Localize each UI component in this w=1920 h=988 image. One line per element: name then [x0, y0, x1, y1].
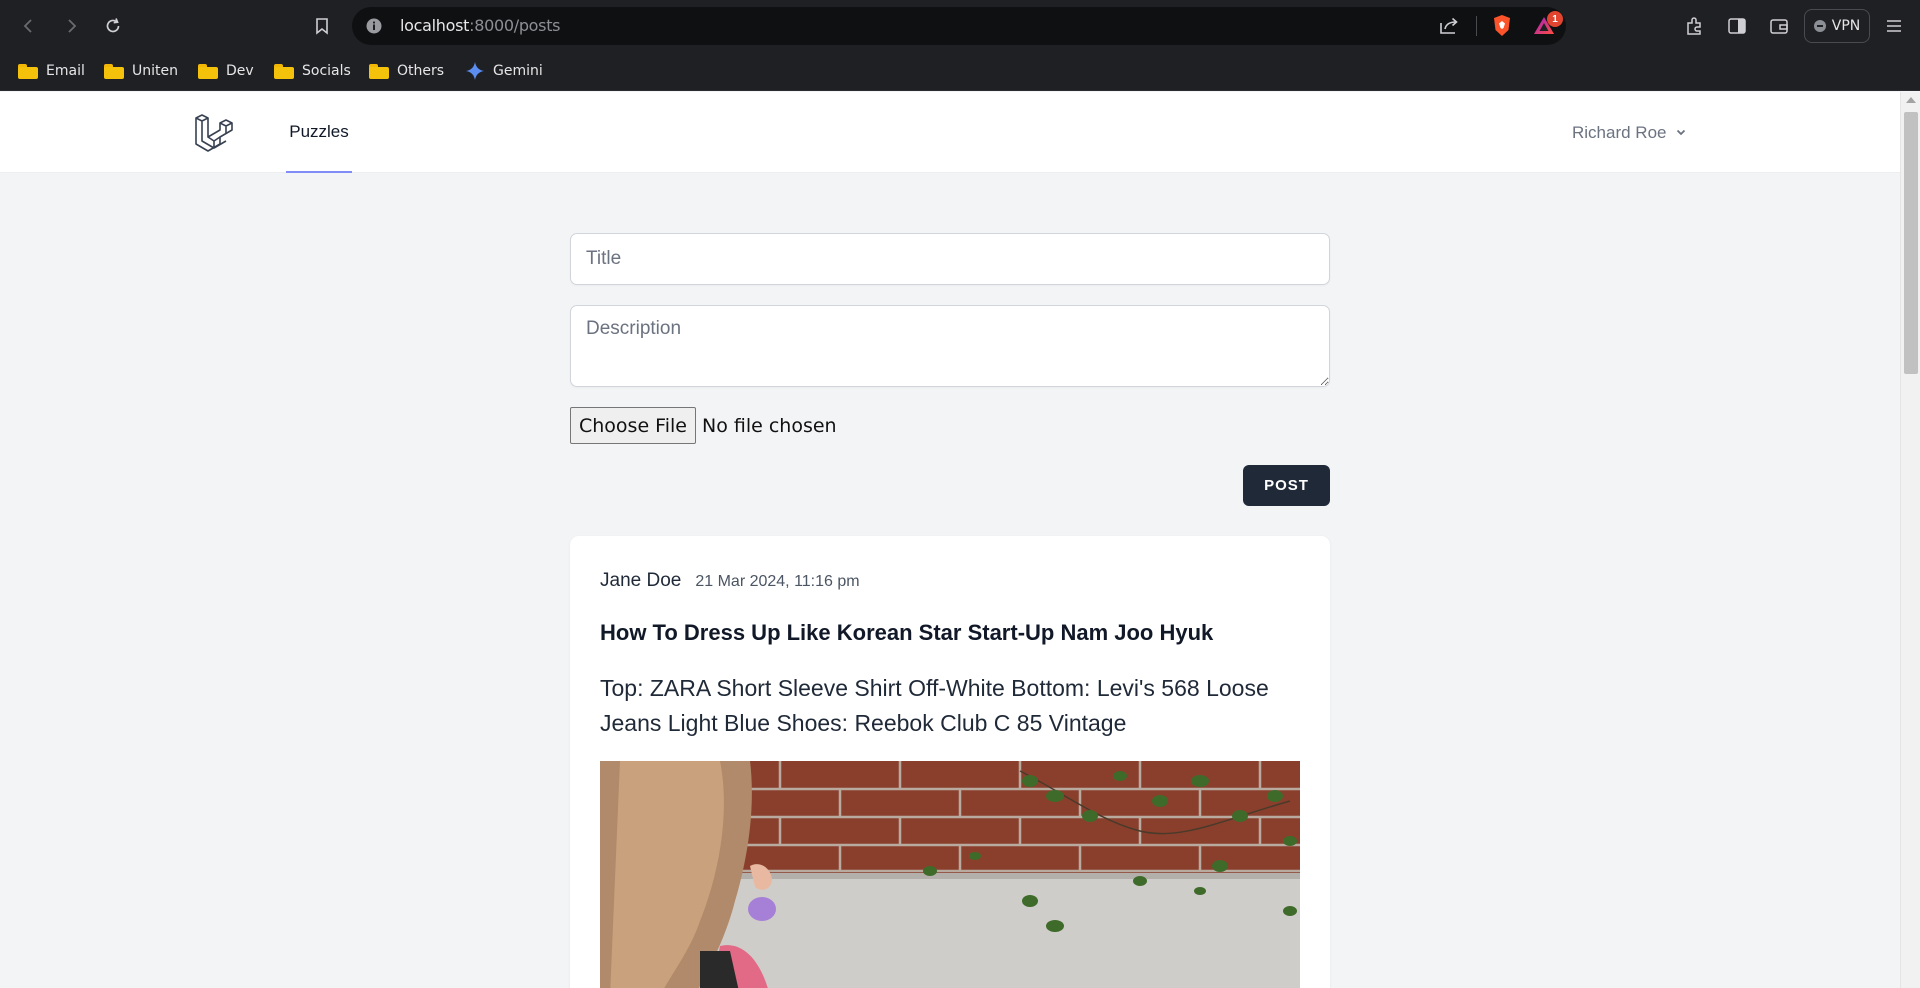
address-bar[interactable]: localhost:8000/posts: [352, 7, 1566, 45]
folder-icon: [369, 63, 389, 79]
chevron-down-icon: [1675, 123, 1687, 143]
site-info-icon[interactable]: [362, 14, 386, 38]
forward-icon[interactable]: [59, 14, 83, 38]
post-button[interactable]: POST: [1243, 465, 1330, 506]
bookmark-label: Email: [46, 63, 85, 79]
reload-icon[interactable]: [101, 14, 125, 38]
post-body: Top: ZARA Short Sleeve Shirt Off-White B…: [600, 675, 1269, 736]
scroll-thumb[interactable]: [1904, 112, 1918, 374]
post-date: 21 Mar 2024, 11:16 pm: [695, 573, 860, 590]
vpn-label: VPN: [1831, 18, 1861, 34]
folder-icon: [274, 63, 294, 79]
bookmark-icon[interactable]: [310, 14, 334, 38]
bookmark-label: Dev: [226, 63, 254, 79]
bookmark-email[interactable]: Email: [18, 59, 85, 83]
post-title: How To Dress Up Like Korean Star Start-U…: [600, 620, 1214, 645]
browser-toolbar: localhost:8000/posts 1 VPN: [0, 0, 1920, 52]
folder-icon: [198, 63, 218, 79]
wallet-icon[interactable]: [1767, 14, 1791, 38]
divider: [1476, 16, 1477, 36]
nav-link-puzzles[interactable]: Puzzles: [286, 92, 352, 173]
title-input[interactable]: [570, 233, 1330, 285]
scroll-up-icon[interactable]: [1906, 97, 1916, 103]
bookmark-socials[interactable]: Socials: [274, 59, 351, 83]
bookmark-uniten[interactable]: Uniten: [104, 59, 178, 83]
description-input[interactable]: [570, 305, 1330, 387]
app-navbar: Puzzles Richard Roe: [0, 92, 1900, 173]
menu-icon[interactable]: [1882, 14, 1906, 38]
bookmark-label: Uniten: [132, 63, 178, 79]
vpn-button[interactable]: VPN: [1804, 9, 1870, 43]
post-card: Jane Doe 21 Mar 2024, 11:16 pm How To Dr…: [570, 536, 1330, 988]
user-dropdown[interactable]: Richard Roe: [1572, 122, 1687, 144]
bookmark-gemini[interactable]: Gemini: [465, 59, 543, 83]
sidebar-toggle-icon[interactable]: [1725, 14, 1749, 38]
bookmark-others[interactable]: Others: [369, 59, 444, 83]
vpn-status-icon: [1813, 20, 1826, 32]
post-author: Jane Doe: [600, 570, 682, 591]
share-icon[interactable]: [1437, 14, 1461, 38]
brave-shields-icon[interactable]: [1490, 14, 1514, 38]
nav-link-label: Puzzles: [289, 121, 349, 141]
bookmark-label: Others: [397, 63, 445, 79]
bookmark-label: Socials: [302, 63, 351, 79]
back-icon[interactable]: [17, 14, 41, 38]
page-scrollbar[interactable]: [1900, 92, 1920, 988]
folder-icon: [18, 63, 38, 79]
bookmark-label: Gemini: [493, 63, 543, 79]
sparkle-icon: [465, 61, 485, 81]
choose-file-button[interactable]: Choose File: [570, 407, 696, 444]
file-upload: Choose File No file chosen: [570, 407, 837, 444]
post-image: [600, 761, 1300, 988]
notification-badge: 1: [1547, 11, 1563, 27]
url-text[interactable]: localhost:8000/posts: [400, 16, 561, 35]
folder-icon: [104, 63, 124, 79]
post-meta: Jane Doe 21 Mar 2024, 11:16 pm: [600, 570, 860, 592]
file-status: No file chosen: [701, 414, 837, 437]
user-name: Richard Roe: [1572, 123, 1667, 142]
extensions-icon[interactable]: [1683, 14, 1707, 38]
laravel-logo-icon[interactable]: [193, 110, 237, 154]
bookmark-dev[interactable]: Dev: [198, 59, 254, 83]
